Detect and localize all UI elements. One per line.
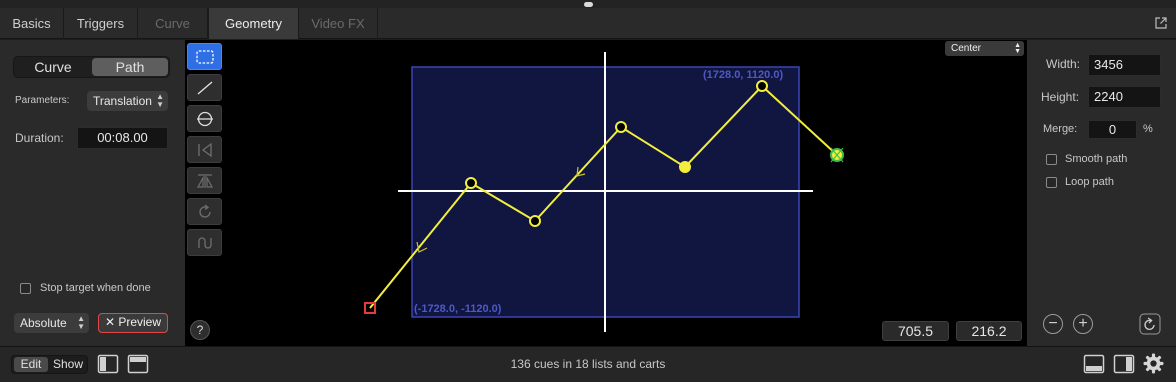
smooth-path-label: Smooth path [1065, 153, 1128, 165]
width-field[interactable]: 3456 [1088, 54, 1161, 76]
path-mode-button[interactable]: Path [92, 58, 168, 76]
curve-mode-button[interactable]: Curve [16, 58, 90, 76]
tool-flip-horizontal[interactable] [187, 136, 222, 163]
reset-icon[interactable] [1139, 313, 1161, 335]
height-field[interactable]: 2240 [1088, 86, 1161, 108]
path-node[interactable] [756, 80, 768, 92]
popout-icon[interactable] [1154, 16, 1168, 30]
marquee-icon [196, 50, 214, 64]
width-label: Width: [1046, 57, 1081, 71]
bottom-left-coordinate: (-1728.0, -1120.0) [414, 303, 502, 315]
updown-arrows-icon: ▲ ▼ [1014, 42, 1021, 55]
top-right-coordinate: (1728.0, 1120.0) [703, 69, 784, 81]
drag-handle[interactable] [584, 2, 593, 7]
updown-arrows-icon: ▲ ▼ [156, 92, 164, 109]
curve-path-segmented-control: Curve Path [13, 56, 170, 78]
flip-vertical-icon [196, 174, 214, 188]
tab-video-fx[interactable]: Video FX [299, 8, 378, 39]
geometry-canvas[interactable]: (1728.0, 1120.0) (-1728.0, -1120.0) Cent… [185, 40, 1027, 346]
tool-circle[interactable] [187, 105, 222, 132]
updown-arrows-icon: ▲ ▼ [77, 314, 85, 331]
help-button[interactable]: ? [190, 320, 210, 340]
parameters-select[interactable]: Translation ▲ ▼ [87, 91, 168, 111]
path-node[interactable] [465, 177, 477, 189]
inspector-tab-bar: Basics Triggers Curve Geometry Video FX [0, 8, 1176, 39]
wave-path-icon [198, 237, 212, 249]
anchor-select[interactable]: Center ▲ ▼ [945, 41, 1024, 56]
tab-triggers[interactable]: Triggers [64, 8, 138, 39]
path-node[interactable] [529, 215, 541, 227]
flip-horizontal-icon [198, 142, 212, 158]
tool-rotate[interactable] [187, 198, 222, 225]
circle-line-icon [197, 111, 213, 127]
toggle-right-sidebar-icon[interactable] [1113, 354, 1135, 374]
tab-basics[interactable]: Basics [0, 8, 64, 39]
merge-unit: % [1143, 123, 1153, 135]
absolute-value: Absolute [20, 316, 67, 330]
merge-label: Merge: [1043, 123, 1078, 135]
right-settings-panel: Width: 3456 Height: 2240 Merge: 0 % Smoo… [1027, 40, 1176, 346]
merge-field[interactable]: 0 [1088, 120, 1137, 139]
smooth-path-checkbox[interactable] [1046, 154, 1057, 165]
loop-path-label: Loop path [1065, 176, 1114, 188]
position-y-field[interactable]: 216.2 [956, 321, 1022, 341]
duration-label: Duration: [15, 131, 64, 145]
line-icon [197, 81, 213, 95]
cue-count-status: 136 cues in 18 lists and carts [510, 357, 666, 371]
toggle-bottom-panel-icon[interactable] [1083, 354, 1105, 374]
anchor-value: Center [951, 43, 982, 54]
zoom-out-icon[interactable]: − [1043, 314, 1063, 334]
absolute-select[interactable]: Absolute ▲ ▼ [14, 313, 89, 333]
tool-rect-select[interactable] [187, 43, 222, 70]
tool-wave[interactable] [187, 229, 222, 256]
gear-icon[interactable] [1143, 353, 1164, 374]
zoom-in-icon[interactable]: + [1073, 314, 1093, 334]
tab-geometry[interactable]: Geometry [208, 8, 299, 39]
tool-flip-vertical[interactable] [187, 167, 222, 194]
top-drag-strip[interactable] [0, 0, 1176, 8]
parameters-label: Parameters: [15, 95, 70, 106]
height-label: Height: [1041, 90, 1080, 104]
preview-button[interactable]: ✕ Preview [98, 313, 168, 333]
parameters-value: Translation [93, 94, 152, 108]
selected-path-node[interactable] [679, 161, 691, 173]
stop-target-checkbox[interactable] [20, 283, 31, 294]
left-settings-panel: Curve Path Parameters: Translation ▲ ▼ Du… [0, 40, 185, 346]
stop-target-label: Stop target when done [40, 282, 151, 294]
tab-curve[interactable]: Curve [138, 8, 208, 39]
position-x-field[interactable]: 705.5 [882, 321, 949, 341]
path-editor-svg[interactable] [185, 40, 1027, 346]
path-node[interactable] [615, 121, 627, 133]
tool-line[interactable] [187, 74, 222, 101]
loop-path-checkbox[interactable] [1046, 177, 1057, 188]
rotate-icon [199, 204, 211, 218]
bottom-status-bar: Edit Show 136 cues in 18 lists and carts [0, 346, 1176, 382]
duration-field[interactable]: 00:08.00 [77, 127, 168, 149]
